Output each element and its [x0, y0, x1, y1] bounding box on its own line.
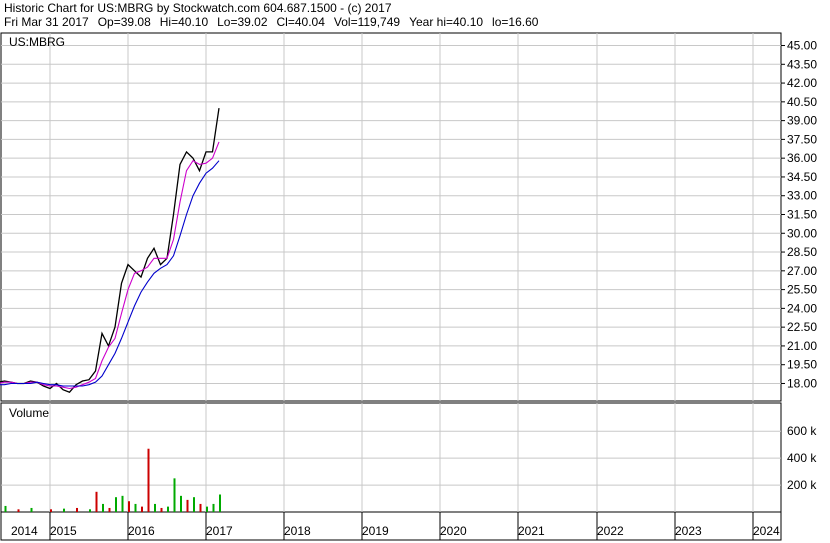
y-tick-label: 24.00 [787, 301, 817, 315]
volume-bar [206, 506, 208, 512]
x-tick-label: 2022 [597, 524, 624, 538]
volume-bar [30, 507, 33, 512]
volume-bar [180, 495, 182, 512]
y-tick-label: 42.00 [787, 76, 817, 90]
volume-bar [115, 497, 117, 512]
volume-tick-label: 600 k [787, 424, 817, 438]
volume-bar [121, 495, 124, 512]
stock-chart: 45.00 43.50 42.00 40.50 39.00 37.50 36.00 34.50… [0, 32, 817, 541]
x-tick-label: 2017 [206, 524, 233, 538]
volume-bar [17, 509, 20, 512]
y-tick-label: 21.00 [787, 339, 817, 353]
x-tick-label: 2014 [11, 524, 38, 538]
y-tick-label: 19.50 [787, 358, 817, 372]
volume-bar [173, 478, 176, 512]
volume-bar [50, 509, 52, 512]
y-tick-label: 18.00 [787, 376, 817, 390]
y-tick-label: 28.50 [787, 245, 817, 259]
volume-bar [63, 508, 65, 512]
volume-bar [128, 501, 130, 512]
volume-bar [95, 491, 98, 512]
volume-bar [186, 499, 189, 512]
volume-bar [167, 506, 169, 512]
x-tick-label: 2018 [284, 524, 311, 538]
symbol-label: US:MBRG [9, 35, 65, 49]
volume-bar [108, 507, 111, 512]
x-tick-label: 2015 [50, 524, 77, 538]
volume-bar [193, 497, 195, 512]
y-tick-label: 34.50 [787, 170, 817, 184]
y-tick-label: 31.50 [787, 207, 817, 221]
y-tick-label: 27.00 [787, 264, 817, 278]
y-tick-label: 30.00 [787, 226, 817, 240]
y-tick-label: 40.50 [787, 95, 817, 109]
ma-long-line [0, 160, 220, 387]
y-tick-label: 37.50 [787, 132, 817, 146]
y-tick-label: 43.50 [787, 57, 817, 71]
y-tick-label: 36.00 [787, 151, 817, 165]
year-axis-frame [0, 511, 782, 541]
y-tick-label: 33.00 [787, 189, 817, 203]
volume-bar [160, 507, 163, 512]
volume-bar [147, 448, 150, 512]
ma-short-line [0, 141, 220, 390]
x-tick-label: 2023 [675, 524, 702, 538]
y-tick-label: 39.00 [787, 114, 817, 128]
volume-bar [199, 503, 202, 512]
volume-bar [141, 506, 143, 512]
x-tick-label: 2019 [362, 524, 389, 538]
volume-bar [134, 503, 137, 512]
volume-bar [76, 507, 78, 512]
volume-tick-label: 200 k [787, 478, 817, 492]
volume-bar [154, 503, 156, 512]
volume-panel-frame [0, 402, 782, 513]
volume-tick-label: 400 k [787, 451, 817, 465]
x-tick-label: 2020 [440, 524, 467, 538]
volume-label: Volume [9, 406, 49, 420]
x-tick-label: 2024 [753, 524, 780, 538]
volume-bar [219, 494, 221, 512]
volume-bar [4, 505, 7, 512]
x-tick-label: 2021 [518, 524, 545, 538]
y-tick-label: 45.00 [787, 39, 817, 53]
y-tick-label: 22.50 [787, 320, 817, 334]
volume-bar [212, 503, 215, 512]
y-tick-label: 25.50 [787, 283, 817, 297]
price-line [0, 108, 220, 393]
volume-bar [89, 509, 91, 512]
x-tick-label: 2016 [128, 524, 155, 538]
volume-bar [102, 503, 104, 512]
